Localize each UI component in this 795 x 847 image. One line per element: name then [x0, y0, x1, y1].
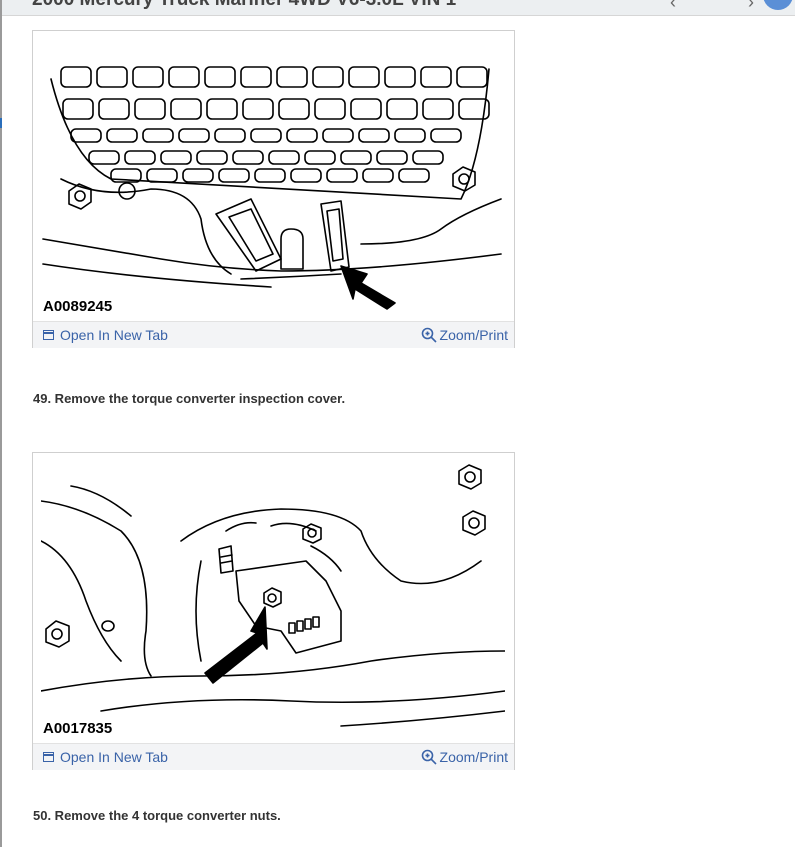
figure-inspection-cover: A0089245 Open In New Tab Zoom/Print	[32, 30, 515, 348]
open-tab-icon	[43, 752, 54, 762]
step-49-text: 49. Remove the torque converter inspecti…	[33, 391, 346, 406]
open-in-new-tab-link[interactable]: Open In New Tab	[43, 327, 168, 343]
figure-converter-nuts: A0017835 Open In New Tab Zoom/Print	[32, 452, 515, 770]
image-code: A0089245	[43, 298, 119, 315]
previous-arrow-icon[interactable]: ‹	[670, 0, 676, 13]
zoom-icon	[421, 327, 437, 343]
image-code: A0017835	[43, 720, 119, 737]
open-tab-label: Open In New Tab	[60, 749, 168, 765]
next-arrow-icon[interactable]: ›	[748, 0, 754, 13]
step-50-text: 50. Remove the 4 torque converter nuts.	[33, 808, 281, 823]
zoom-label: Zoom/Print	[439, 749, 508, 765]
diagram-image: A0017835	[41, 461, 505, 738]
figure-actions: Open In New Tab Zoom/Print	[33, 321, 514, 348]
page-title: 2000 Mercury Truck Mariner 4WD V6-3.0L V…	[32, 0, 456, 11]
avatar[interactable]	[763, 0, 793, 10]
zoom-icon	[421, 749, 437, 765]
zoom-print-link[interactable]: Zoom/Print	[421, 749, 508, 765]
scroll-marker	[0, 118, 2, 128]
open-tab-icon	[43, 330, 54, 340]
zoom-print-link[interactable]: Zoom/Print	[421, 327, 508, 343]
header-bar: 2000 Mercury Truck Mariner 4WD V6-3.0L V…	[2, 0, 795, 16]
open-in-new-tab-link[interactable]: Open In New Tab	[43, 749, 168, 765]
zoom-label: Zoom/Print	[439, 327, 508, 343]
figure-actions: Open In New Tab Zoom/Print	[33, 743, 514, 770]
diagram-image: A0089245	[41, 39, 505, 316]
open-tab-label: Open In New Tab	[60, 327, 168, 343]
